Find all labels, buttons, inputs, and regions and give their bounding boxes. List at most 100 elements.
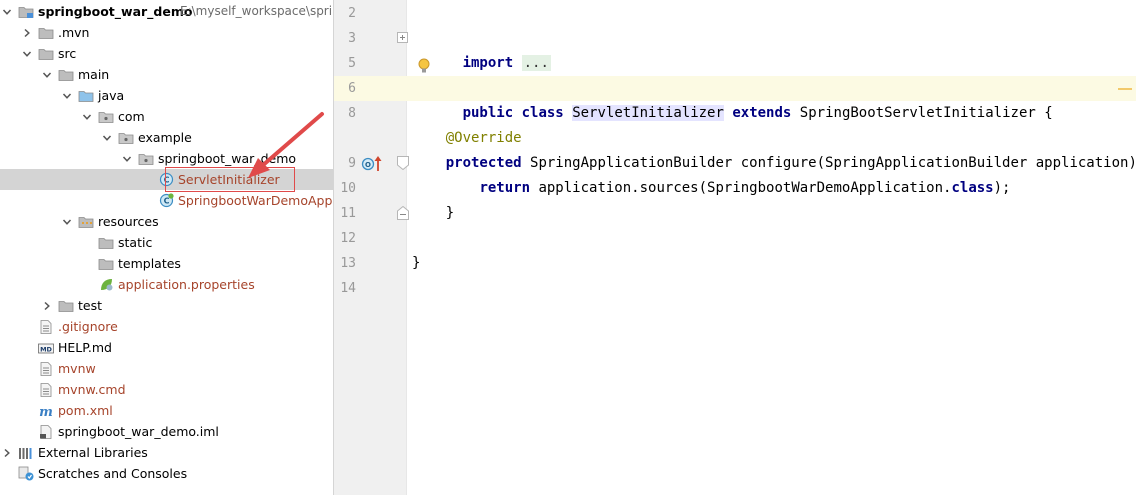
tree-item-label: test — [78, 298, 103, 313]
source-folder-icon — [78, 88, 94, 103]
resources-folder-icon — [78, 214, 94, 229]
tree-item-extlib[interactable]: External Libraries — [0, 442, 333, 463]
fold-toggle-method-end[interactable] — [397, 205, 409, 220]
tree-item-com[interactable]: com — [0, 106, 333, 127]
code-line-6[interactable]: public class ServletInitializer extends … — [412, 76, 1053, 121]
import-fold-ellipsis[interactable]: ... — [521, 55, 551, 71]
class-name[interactable]: ServletInitializer — [572, 105, 724, 121]
error-stripe-marker[interactable] — [1118, 88, 1132, 90]
tree-item-label: application.properties — [118, 277, 255, 292]
folder-icon — [38, 25, 54, 40]
tree-item-test[interactable]: test — [0, 295, 333, 316]
fold-toggle-method[interactable] — [397, 155, 409, 171]
tree-item-label: src — [58, 46, 77, 61]
chevron-right-icon[interactable] — [40, 295, 54, 316]
code-line-11[interactable]: } — [412, 201, 454, 226]
tree-item-label: HELP.md — [58, 340, 112, 355]
project-tree-panel: springboot_war_demo E:\myself_workspace\s… — [0, 0, 334, 495]
class-icon: C — [158, 172, 174, 187]
tree-item-label: templates — [118, 256, 181, 271]
svg-text:O: O — [365, 161, 371, 169]
tree-item-label: Scratches and Consoles — [38, 466, 188, 481]
tree-item-example[interactable]: example — [0, 127, 333, 148]
tree-item-label: mvnw — [58, 361, 96, 376]
overrides-method-icon[interactable]: O — [361, 155, 383, 173]
line-number: 2 — [348, 6, 356, 21]
tree-item-label: springboot_war_demo.iml — [58, 424, 219, 439]
tree-item-label: ServletInitializer — [178, 172, 280, 187]
spring-properties-icon — [98, 277, 114, 292]
chevron-down-icon[interactable] — [20, 43, 34, 64]
folder-icon — [58, 67, 74, 82]
chevron-down-icon[interactable] — [60, 211, 74, 232]
line-number: 3 — [348, 31, 356, 46]
line-number: 6 — [348, 81, 356, 96]
tree-item-label: main — [78, 67, 110, 82]
tree-item-static[interactable]: static — [0, 232, 333, 253]
chevron-down-icon[interactable] — [0, 1, 14, 22]
folder-icon — [98, 256, 114, 271]
line-number: 14 — [340, 281, 356, 296]
svg-text:C: C — [163, 176, 169, 185]
tree-item-label: springboot_war_demo — [158, 151, 297, 166]
tree-item-label: com — [118, 109, 145, 124]
tree-item-label: static — [118, 235, 153, 250]
tree-item-mvnw[interactable]: mvnw — [0, 358, 333, 379]
line-number: 8 — [348, 106, 356, 121]
markdown-file-icon: MD — [38, 340, 54, 355]
chevron-down-icon[interactable] — [120, 148, 134, 169]
tree-item-help[interactable]: MD HELP.md — [0, 337, 333, 358]
maven-file-icon: m — [38, 403, 54, 418]
code-line-10[interactable]: return application.sources(SpringbootWar… — [412, 176, 1010, 201]
iml-file-icon — [38, 424, 54, 439]
tree-item-mvnwcmd[interactable]: mvnw.cmd — [0, 379, 333, 400]
package-icon — [98, 109, 114, 124]
text-file-icon — [38, 382, 54, 397]
chevron-down-icon[interactable] — [60, 85, 74, 106]
tree-item-root[interactable]: springboot_war_demo E:\myself_workspace\s… — [0, 1, 333, 22]
code-line-9[interactable]: protected SpringApplicationBuilder confi… — [412, 151, 1136, 176]
line-number: 9 — [348, 156, 356, 171]
chevron-down-icon[interactable] — [80, 106, 94, 127]
chevron-right-icon[interactable] — [20, 22, 34, 43]
code-line-3[interactable]: import ... — [412, 26, 551, 71]
tree-item-src[interactable]: src — [0, 43, 333, 64]
line-number: 11 — [340, 206, 356, 221]
line-number: 5 — [348, 56, 356, 71]
line-number: 13 — [340, 256, 356, 271]
tree-item-pkg[interactable]: springboot_war_demo — [0, 148, 333, 169]
chevron-down-icon[interactable] — [100, 127, 114, 148]
tree-item-servlet[interactable]: C ServletInitializer — [0, 169, 333, 190]
code-editor[interactable]: 2 3 5 6 8 9 10 11 12 13 14 O import ... … — [334, 0, 1136, 495]
chevron-right-icon[interactable] — [0, 442, 14, 463]
fold-toggle-import[interactable] — [397, 32, 408, 43]
tree-item-label: SpringbootWarDemoApplication — [178, 193, 334, 208]
tree-item-templates[interactable]: templates — [0, 253, 333, 274]
tree-item-label: .gitignore — [58, 319, 118, 334]
override-annotation[interactable]: @Override — [446, 130, 522, 146]
tree-item-gitignore[interactable]: .gitignore — [0, 316, 333, 337]
tree-item-resources[interactable]: resources — [0, 211, 333, 232]
package-icon — [138, 151, 154, 166]
project-path: E:\myself_workspace\sprin — [180, 4, 334, 18]
tree-item-label: java — [98, 88, 125, 103]
svg-text:C: C — [163, 197, 169, 206]
tree-item-props[interactable]: application.properties — [0, 274, 333, 295]
tree-item-app[interactable]: C SpringbootWarDemoApplication — [0, 190, 333, 211]
code-line-13[interactable]: } — [412, 251, 420, 276]
tree-item-main[interactable]: main — [0, 64, 333, 85]
tree-item-label: .mvn — [58, 25, 90, 40]
tree-item-label: pom.xml — [58, 403, 113, 418]
tree-item-mvn[interactable]: .mvn — [0, 22, 333, 43]
tree-item-label: resources — [98, 214, 159, 229]
tree-item-pom[interactable]: m pom.xml — [0, 400, 333, 421]
module-folder-icon — [18, 4, 34, 19]
tree-item-scratch[interactable]: Scratches and Consoles — [0, 463, 333, 484]
tree-item-java[interactable]: java — [0, 85, 333, 106]
folder-icon — [58, 298, 74, 313]
spring-class-icon: C — [158, 193, 174, 208]
code-line-8[interactable]: @Override — [412, 126, 522, 151]
line-number: 12 — [340, 231, 356, 246]
tree-item-iml[interactable]: springboot_war_demo.iml — [0, 421, 333, 442]
chevron-down-icon[interactable] — [40, 64, 54, 85]
